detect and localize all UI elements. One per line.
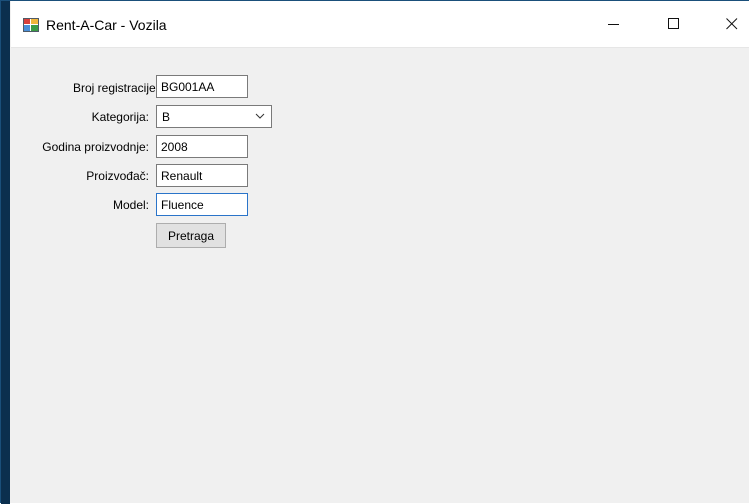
window-title: Rent-A-Car - Vozila [46, 17, 167, 33]
registration-input[interactable] [156, 75, 248, 98]
category-select[interactable]: B [156, 105, 272, 128]
form-area: Broj registracije: Kategorija: B Godina … [11, 49, 749, 503]
app-window-icon [23, 18, 39, 32]
app-window: Rent-A-Car - Vozila Broj registracije: K… [0, 0, 749, 504]
category-label: Kategorija: [91, 110, 149, 124]
registration-label: Broj registracije: [72, 81, 159, 95]
model-input[interactable] [156, 193, 248, 216]
minimize-button[interactable] [591, 1, 637, 47]
year-label: Godina proizvodnje: [42, 140, 149, 154]
window-left-edge [1, 1, 11, 504]
year-input[interactable] [156, 135, 248, 158]
close-icon [726, 18, 738, 30]
title-bar[interactable]: Rent-A-Car - Vozila [11, 1, 749, 48]
close-button[interactable] [709, 1, 749, 47]
maximize-button[interactable] [651, 1, 697, 47]
maximize-icon [668, 18, 679, 29]
minimize-icon [608, 24, 619, 25]
manufacturer-label: Proizvođač: [86, 169, 149, 183]
search-button[interactable]: Pretraga [156, 223, 226, 248]
chevron-down-icon[interactable] [254, 110, 266, 122]
category-selected-value: B [162, 110, 171, 124]
manufacturer-input[interactable] [156, 164, 248, 187]
model-label: Model: [112, 198, 149, 212]
